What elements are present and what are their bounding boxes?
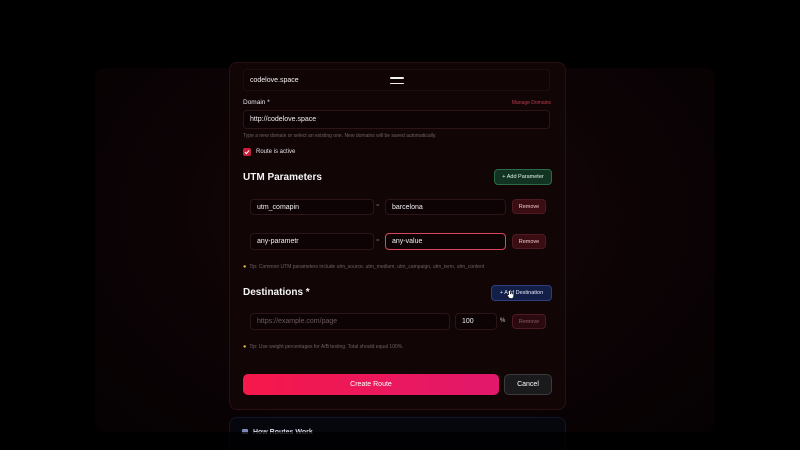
create-route-button[interactable]: Create Route — [243, 374, 499, 395]
destination-weight-input[interactable]: 100 — [455, 313, 497, 330]
manage-domains-link[interactable]: Manage Domains — [512, 100, 551, 106]
domain-hint: Type a new domain or select an existing … — [243, 133, 437, 139]
cancel-button[interactable]: Cancel — [504, 374, 552, 395]
hand-cursor-icon — [507, 290, 514, 299]
destination-url-placeholder: https://example.com/page — [257, 318, 338, 325]
utm-parameters-title: UTM Parameters — [243, 172, 322, 183]
remove-utm-button[interactable]: Remove — [512, 199, 546, 214]
remove-destination-button[interactable]: Remove — [512, 314, 546, 329]
equals-sign: = — [376, 238, 380, 244]
top-domain-field-value: codelove.space — [250, 76, 299, 84]
lightbulb-icon: ● — [243, 344, 247, 350]
utm-key-value: utm_comapin — [257, 203, 300, 211]
utm-tip-text: Tip: Common UTM parameters include utm_s… — [249, 264, 485, 270]
utm-value-input[interactable]: barcelona — [385, 199, 506, 215]
destinations-tip-text: Tip: Use weight percentages for A/B test… — [249, 344, 404, 350]
add-destination-button[interactable]: + Add Destination — [491, 285, 552, 301]
bottom-shade — [0, 432, 800, 450]
menu-icon[interactable] — [390, 77, 404, 85]
destination-url-input[interactable]: https://example.com/page — [250, 313, 450, 330]
utm-key-input[interactable]: any-parametr — [250, 233, 374, 250]
domain-label: Domain * — [243, 99, 270, 106]
utm-key-input[interactable]: utm_comapin — [250, 199, 374, 215]
lightbulb-icon: ● — [243, 264, 247, 270]
destinations-title: Destinations * — [243, 287, 310, 298]
percent-sign: % — [500, 318, 506, 324]
utm-value-input[interactable]: any-value — [385, 233, 506, 250]
route-active-checkbox[interactable] — [243, 148, 251, 156]
create-route-modal: codelove.space Domain * Manage Domains h… — [229, 62, 566, 410]
route-active-label: Route is active — [256, 149, 296, 155]
destinations-tip: ● Tip: Use weight percentages for A/B te… — [243, 344, 404, 350]
remove-utm-button[interactable]: Remove — [512, 234, 546, 249]
utm-value-value: barcelona — [392, 203, 423, 211]
equals-sign: = — [376, 203, 380, 209]
utm-value-value: any-value — [392, 238, 423, 245]
add-parameter-button[interactable]: + Add Parameter — [494, 169, 552, 185]
checkmark-icon — [244, 150, 250, 155]
domain-input-value: http://codelove.space — [250, 116, 317, 123]
utm-key-value: any-parametr — [257, 238, 299, 245]
destination-weight-value: 100 — [462, 318, 474, 325]
utm-tip: ● Tip: Common UTM parameters include utm… — [243, 264, 484, 270]
domain-input[interactable]: http://codelove.space — [243, 110, 550, 129]
